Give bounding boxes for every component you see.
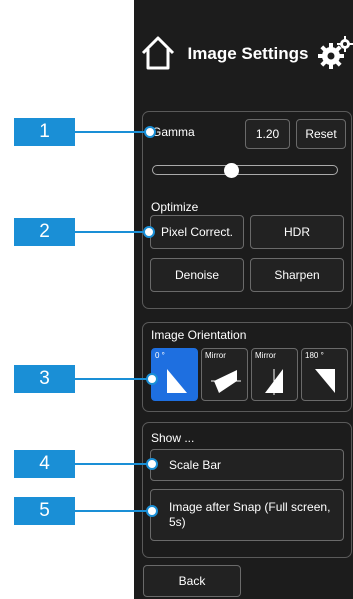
pixel-correct-button[interactable]: Pixel Correct. — [150, 215, 244, 249]
gamma-reset-button[interactable]: Reset — [296, 119, 346, 149]
orientation-0-label: 0 ° — [155, 351, 165, 360]
orientation-mirror-v-button[interactable]: Mirror — [251, 348, 298, 401]
hdr-button[interactable]: HDR — [250, 215, 344, 249]
mirror-horizontal-icon — [211, 370, 241, 393]
callout-1-dot — [144, 126, 156, 138]
callout-4: 4 — [14, 450, 75, 478]
callout-2: 2 — [14, 218, 75, 246]
orientation-180-button[interactable]: 180 ° — [301, 348, 348, 401]
orientation-mirror-h-button[interactable]: Mirror — [201, 348, 248, 401]
callout-5-dot — [146, 505, 158, 517]
callout-3-leader — [75, 378, 149, 380]
image-orientation-label: Image Orientation — [151, 328, 247, 342]
optimize-label: Optimize — [151, 200, 199, 214]
back-button[interactable]: Back — [143, 565, 241, 597]
sharpen-button[interactable]: Sharpen — [250, 258, 344, 292]
callout-2-dot — [143, 226, 155, 238]
callout-4-leader — [75, 463, 149, 465]
callout-2-leader — [75, 231, 147, 233]
orientation-0-icon — [167, 369, 187, 393]
mirror-vertical-icon — [265, 369, 283, 395]
gamma-slider-thumb[interactable] — [223, 163, 239, 178]
orientation-0-button[interactable]: 0 ° — [151, 348, 198, 401]
denoise-button[interactable]: Denoise — [150, 258, 244, 292]
callout-5: 5 — [14, 497, 75, 525]
gear-icon[interactable] — [318, 34, 353, 72]
callout-1-leader — [75, 131, 148, 133]
show-label: Show ... — [151, 431, 195, 445]
callout-1: 1 — [14, 118, 75, 146]
orientation-mirror-h-label: Mirror — [205, 351, 226, 360]
gamma-label: Gamma — [152, 125, 195, 139]
page-title: Image Settings — [187, 44, 309, 63]
gamma-slider-track[interactable] — [152, 165, 338, 175]
orientation-mirror-v-label: Mirror — [255, 351, 276, 360]
callout-5-leader — [75, 510, 149, 512]
scale-bar-button[interactable]: Scale Bar — [150, 449, 344, 481]
callout-4-dot — [146, 458, 158, 470]
gamma-value-field[interactable]: 1.20 — [245, 119, 290, 149]
orientation-180-label: 180 ° — [305, 351, 324, 360]
callout-3-dot — [146, 373, 158, 385]
image-after-snap-button[interactable]: Image after Snap (Full screen, 5s) — [150, 489, 344, 541]
orientation-180-icon — [315, 369, 335, 393]
callout-3: 3 — [14, 365, 75, 393]
home-icon[interactable] — [140, 34, 176, 72]
